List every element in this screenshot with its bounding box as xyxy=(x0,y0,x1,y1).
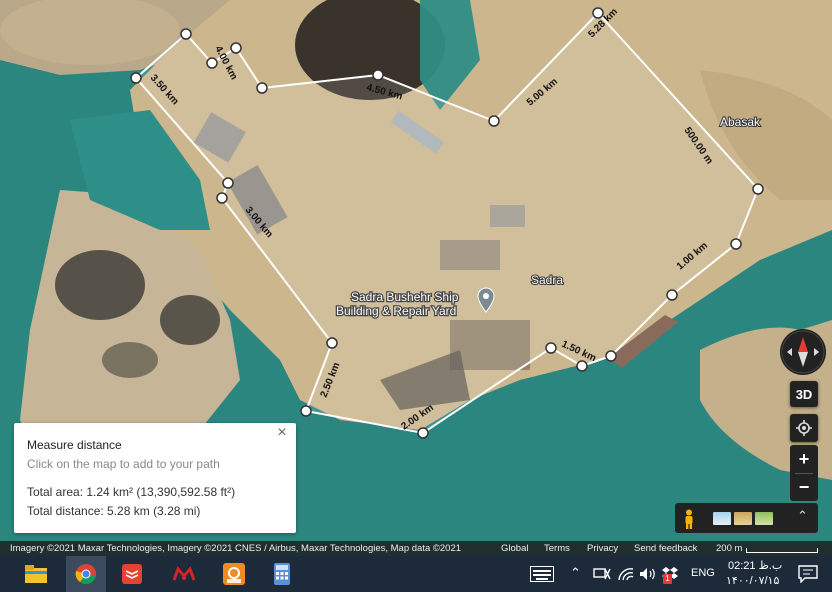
total-area: Total area: 1.24 km² (13,390,592.58 ft²) xyxy=(27,485,236,499)
privacy-link[interactable]: Privacy xyxy=(587,541,618,556)
vertex[interactable] xyxy=(230,42,242,54)
file-explorer-icon[interactable] xyxy=(22,560,50,588)
compass-control[interactable] xyxy=(780,329,826,375)
pegman-icon[interactable] xyxy=(683,509,695,529)
send-feedback-link[interactable]: Send feedback xyxy=(634,541,697,556)
zoom-out-button[interactable]: − xyxy=(790,473,818,501)
vertex[interactable] xyxy=(576,360,588,372)
vertex[interactable] xyxy=(130,72,142,84)
vertex[interactable] xyxy=(666,289,678,301)
layer-thumb-map[interactable] xyxy=(713,512,731,525)
vertex[interactable] xyxy=(417,427,429,439)
expand-layers-icon[interactable]: ⌃ xyxy=(797,508,808,524)
imagery-credit: Imagery ©2021 Maxar Technologies, Imager… xyxy=(10,543,462,554)
close-icon[interactable]: × xyxy=(274,425,290,441)
zoom-in-button[interactable]: + xyxy=(790,445,818,473)
clock-date[interactable]: ۱۴۰۰/۰۷/۱۵ xyxy=(726,574,779,587)
notifications-icon[interactable] xyxy=(794,560,822,588)
vertex[interactable] xyxy=(372,69,384,81)
place-label-sadra[interactable]: Sadra xyxy=(530,272,564,288)
layer-thumb-terrain[interactable] xyxy=(734,512,752,525)
vertex[interactable] xyxy=(256,82,268,94)
compass-icon xyxy=(781,330,825,374)
poi-label-line1[interactable]: Sadra Bushehr Ship xyxy=(350,289,460,306)
zoom-control: + − xyxy=(790,445,818,501)
pdf-app-icon[interactable] xyxy=(220,560,248,588)
vertex[interactable] xyxy=(222,177,234,189)
location-icon xyxy=(796,420,812,436)
keyboard-icon[interactable] xyxy=(528,560,556,588)
total-distance: Total distance: 5.28 km (3.28 mi) xyxy=(27,504,201,518)
measure-title: Measure distance xyxy=(27,438,122,452)
layers-strip[interactable]: ⌃ xyxy=(675,503,818,533)
measure-hint: Click on the map to add to your path xyxy=(27,457,220,471)
dropbox-badge: 1 xyxy=(663,574,672,584)
global-link[interactable]: Global xyxy=(501,541,528,556)
mendeley-icon[interactable] xyxy=(170,560,198,588)
language-indicator[interactable]: ENG xyxy=(691,567,715,579)
scale-bar xyxy=(746,548,818,553)
my-location-button[interactable] xyxy=(790,414,818,442)
todoist-icon[interactable] xyxy=(118,560,146,588)
chevron-up-icon[interactable]: ⌃ xyxy=(570,565,581,581)
windows-taskbar: ⌃ 1 ENG 02:21 ب.ظ ۱۴۰۰/۰۷/۱۵ xyxy=(0,556,832,592)
chrome-icon[interactable] xyxy=(66,556,106,592)
vertex[interactable] xyxy=(752,183,764,195)
3d-button[interactable]: 3D xyxy=(790,381,818,407)
attribution-bar: Imagery ©2021 Maxar Technologies, Imager… xyxy=(0,541,832,556)
vertex[interactable] xyxy=(216,192,228,204)
measure-distance-panel: Measure distance Click on the map to add… xyxy=(14,423,296,533)
layer-thumb-satellite[interactable] xyxy=(755,512,773,525)
vertex[interactable] xyxy=(605,350,617,362)
place-label-abasak[interactable]: Abasak xyxy=(719,114,762,130)
vertex[interactable] xyxy=(545,342,557,354)
vertex[interactable] xyxy=(180,28,192,40)
vertex[interactable] xyxy=(730,238,742,250)
vertex[interactable] xyxy=(300,405,312,417)
vertex[interactable] xyxy=(326,337,338,349)
vertex[interactable] xyxy=(206,57,218,69)
terms-link[interactable]: Terms xyxy=(544,541,570,556)
vertex[interactable] xyxy=(488,115,500,127)
poi-label-line2[interactable]: Building & Repair Yard xyxy=(335,303,458,320)
calculator-icon[interactable] xyxy=(268,560,296,588)
scale-label[interactable]: 200 m xyxy=(716,541,742,556)
clock-time[interactable]: 02:21 ب.ظ xyxy=(728,559,782,572)
